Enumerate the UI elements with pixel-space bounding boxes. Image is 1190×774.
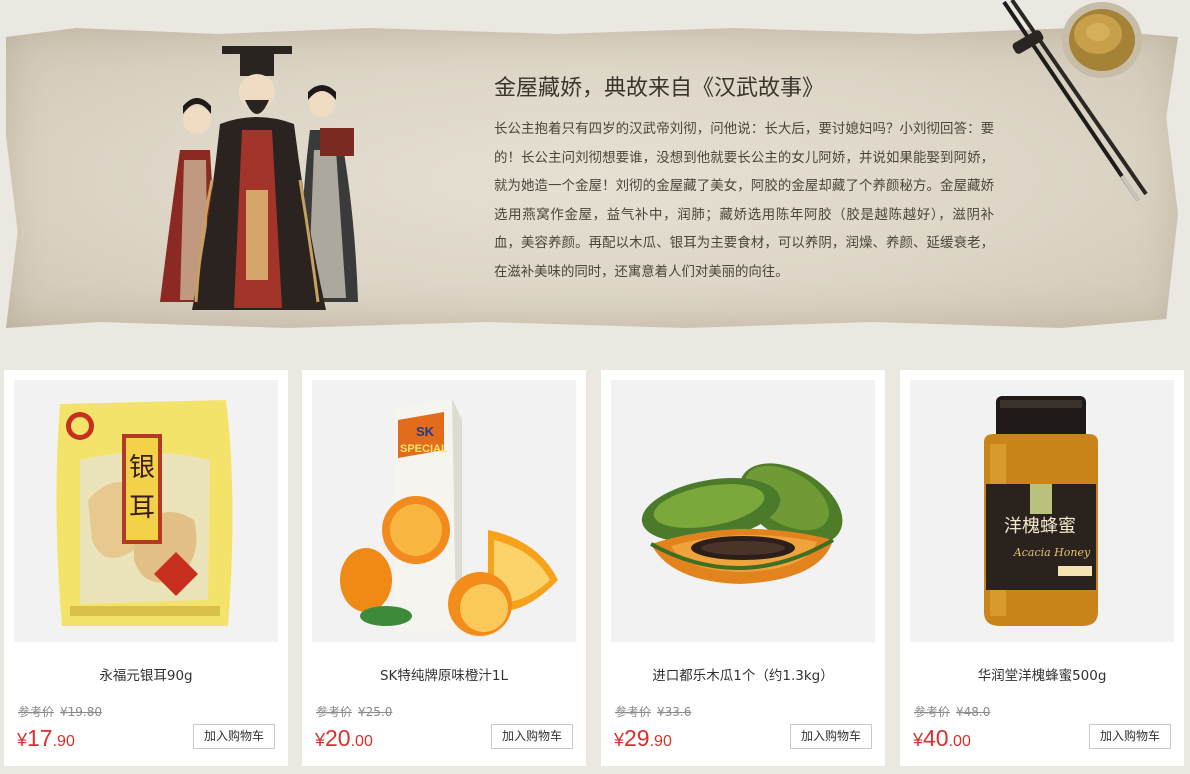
- han-emperor-illustration: [160, 46, 358, 310]
- reference-price: 参考价 ¥33.6: [615, 705, 692, 719]
- sale-price: ¥20.00: [315, 725, 373, 751]
- product-card: 银 耳 永福元银耳90g 参考价 ¥19.80 ¥17.90 加入购物车: [4, 370, 288, 766]
- tremella-package-image: 银 耳: [56, 400, 233, 626]
- reference-price: 参考价 ¥19.80: [18, 705, 103, 719]
- product-name[interactable]: SK特纯牌原味橙汁1L: [302, 664, 586, 684]
- product-image-papaya[interactable]: [611, 380, 875, 642]
- juice-brand: SK: [416, 424, 435, 439]
- product-image-honey[interactable]: 洋槐蜂蜜 Acacia Honey: [910, 380, 1174, 642]
- product-name[interactable]: 永福元银耳90g: [4, 664, 288, 684]
- add-to-cart-button[interactable]: 加入购物车: [491, 724, 573, 749]
- story-body: 长公主抱着只有四岁的汉武帝刘彻，问他说：长大后，要讨媳妇吗？小刘彻回答：要的！长…: [494, 122, 994, 280]
- product-name[interactable]: 华润堂洋槐蜂蜜500g: [900, 664, 1184, 684]
- product-card: SK SPECIAL SK特纯牌原味橙汁1L 参考价 ¥25.0 ¥20.00 加…: [302, 370, 586, 766]
- product-image-orange-juice[interactable]: SK SPECIAL: [312, 380, 576, 642]
- tea-cup-chopsticks-illustration: [1002, 0, 1148, 202]
- product-name[interactable]: 进口都乐木瓜1个（约1.3kg）: [601, 664, 885, 684]
- product-card: 洋槐蜂蜜 Acacia Honey 华润堂洋槐蜂蜜500g 参考价 ¥48.0 ¥…: [900, 370, 1184, 766]
- product-image-tremella[interactable]: 银 耳: [14, 380, 278, 642]
- honey-en-label: Acacia Honey: [1013, 546, 1091, 559]
- tremella-label-top: 银: [129, 453, 155, 483]
- sale-price: ¥40.00: [913, 725, 971, 751]
- tremella-label-bottom: 耳: [129, 493, 155, 523]
- product-card: 进口都乐木瓜1个（约1.3kg） 参考价 ¥33.6 ¥29.90 加入购物车: [601, 370, 885, 766]
- honey-label: 洋槐蜂蜜: [1004, 516, 1076, 537]
- sale-price: ¥17.90: [17, 725, 75, 751]
- honey-jar-image: 洋槐蜂蜜 Acacia Honey: [984, 396, 1098, 626]
- story-title: 金屋藏娇，典故来自《汉武故事》: [494, 76, 825, 101]
- reference-price: 参考价 ¥25.0: [316, 705, 393, 719]
- orange-juice-image: SK SPECIAL: [340, 398, 558, 636]
- papaya-image: [641, 463, 843, 584]
- reference-price: 参考价 ¥48.0: [914, 705, 991, 719]
- juice-sub: SPECIAL: [400, 443, 448, 455]
- add-to-cart-button[interactable]: 加入购物车: [790, 724, 872, 749]
- add-to-cart-button[interactable]: 加入购物车: [1089, 724, 1171, 749]
- add-to-cart-button[interactable]: 加入购物车: [193, 724, 275, 749]
- sale-price: ¥29.90: [614, 725, 672, 751]
